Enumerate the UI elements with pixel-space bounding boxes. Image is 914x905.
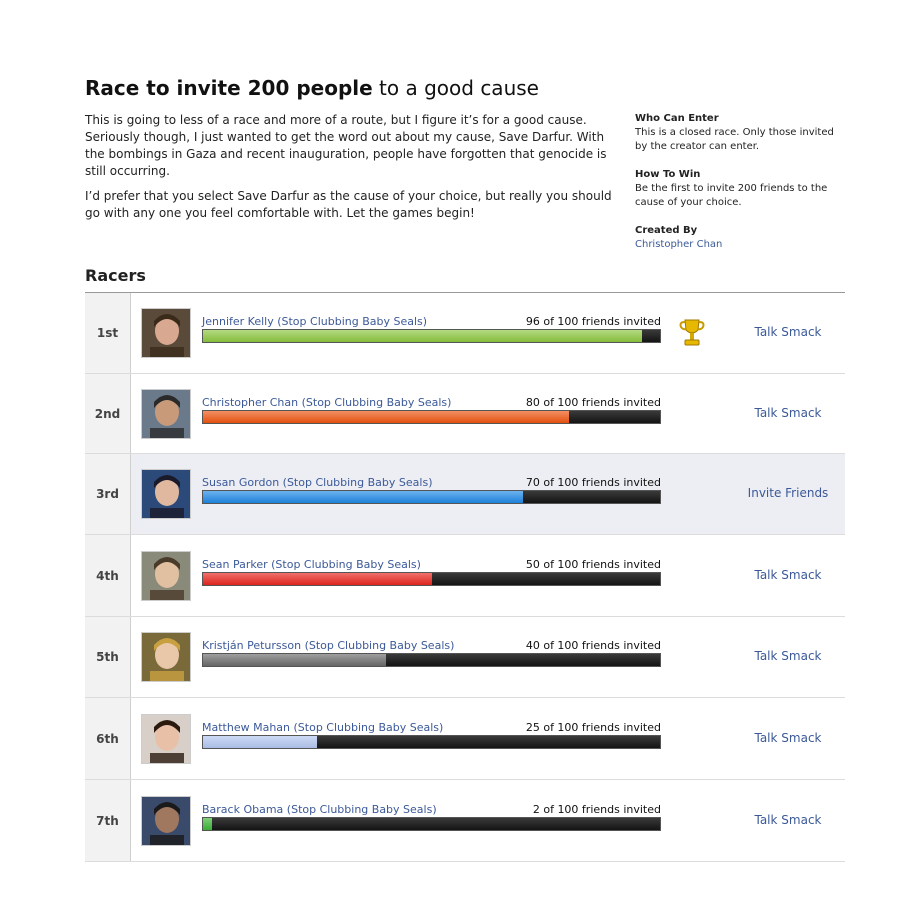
description-paragraph: I’d prefer that you select Save Darfur a… (85, 189, 612, 220)
racer-name-link[interactable]: Jennifer Kelly (Stop Clubbing Baby Seals… (202, 315, 427, 328)
who-can-enter-heading: Who Can Enter (635, 113, 719, 124)
racer-name-link[interactable]: Matthew Mahan (Stop Clubbing Baby Seals) (202, 721, 443, 734)
creator-link[interactable]: Christopher Chan (635, 239, 722, 250)
racer-row: 4th Sean Parker (Stop Clubbing Baby Seals… (85, 535, 845, 617)
racer-name-link[interactable]: Sean Parker (Stop Clubbing Baby Seals) (202, 558, 421, 571)
racer-invite-count: 50 of 100 friends invited (525, 558, 661, 571)
racer-avatar[interactable] (141, 389, 191, 439)
created-by-section: Created By Christopher Chan (635, 224, 840, 252)
racer-rank: 2nd (85, 374, 131, 453)
racer-action-link[interactable]: Talk Smack (725, 406, 851, 420)
racers-table: 1st Jennifer Kelly (Stop Clubbing Baby Se… (85, 293, 845, 862)
racer-progress-fill (203, 491, 523, 503)
racer-action-link[interactable]: Talk Smack (725, 325, 851, 339)
racer-row: 5th Kristján Petursson (Stop Clubbing Bab… (85, 617, 845, 698)
who-can-enter-section: Who Can Enter This is a closed race. Onl… (635, 112, 840, 154)
racer-progress-fill (203, 411, 569, 423)
racer-rank: 7th (85, 780, 131, 861)
racer-rank: 4th (85, 535, 131, 616)
racer-progress-bar (202, 817, 661, 831)
racer-action-link[interactable]: Invite Friends (725, 486, 851, 500)
racer-name-link[interactable]: Barack Obama (Stop Clubbing Baby Seals) (202, 803, 437, 816)
page-title-bold: Race to invite 200 people (85, 76, 373, 100)
racer-name-link[interactable]: Kristján Petursson (Stop Clubbing Baby S… (202, 639, 454, 652)
racer-name-link[interactable]: Susan Gordon (Stop Clubbing Baby Seals) (202, 476, 432, 489)
racer-invite-count: 2 of 100 friends invited (532, 803, 661, 816)
racer-row: 1st Jennifer Kelly (Stop Clubbing Baby Se… (85, 293, 845, 374)
racer-action-link[interactable]: Talk Smack (725, 649, 851, 663)
racer-row: 3rd Susan Gordon (Stop Clubbing Baby Seal… (85, 454, 845, 535)
racer-row: 6th Matthew Mahan (Stop Clubbing Baby Sea… (85, 698, 845, 780)
how-to-win-section: How To Win Be the first to invite 200 fr… (635, 168, 840, 210)
racer-invite-count: 70 of 100 friends invited (525, 476, 661, 489)
racer-progress-bar (202, 410, 661, 424)
race-description: This is going to less of a race and more… (85, 112, 620, 230)
racer-progress-bar (202, 572, 661, 586)
racer-row: 7th Barack Obama (Stop Clubbing Baby Seal… (85, 780, 845, 862)
page-title: Race to invite 200 people to a good caus… (85, 75, 539, 101)
racer-progress-bar (202, 735, 661, 749)
racer-rank: 3rd (85, 454, 131, 534)
racer-progress-fill (203, 736, 318, 748)
racer-avatar[interactable] (141, 469, 191, 519)
racer-progress-bar (202, 653, 661, 667)
racer-progress-bar (202, 490, 661, 504)
racer-avatar[interactable] (141, 308, 191, 358)
how-to-win-text: Be the first to invite 200 friends to th… (635, 183, 828, 208)
racer-action-link[interactable]: Talk Smack (725, 813, 851, 827)
racer-action-link[interactable]: Talk Smack (725, 731, 851, 745)
racer-progress-fill (203, 573, 432, 585)
racer-invite-count: 40 of 100 friends invited (525, 639, 661, 652)
racer-rank: 5th (85, 617, 131, 697)
race-info: Who Can Enter This is a closed race. Onl… (635, 112, 840, 266)
racer-action-link[interactable]: Talk Smack (725, 568, 851, 582)
page-title-rest: to a good cause (372, 76, 539, 100)
racer-progress-fill (203, 818, 213, 830)
racer-invite-count: 96 of 100 friends invited (525, 315, 661, 328)
racer-avatar[interactable] (141, 796, 191, 846)
racer-progress-fill (203, 330, 642, 342)
racer-name-link[interactable]: Christopher Chan (Stop Clubbing Baby Sea… (202, 396, 451, 409)
race-page: Race to invite 200 people to a good caus… (0, 0, 914, 905)
racers-heading: Racers (85, 266, 146, 285)
racer-row: 2nd Christopher Chan (Stop Clubbing Baby … (85, 374, 845, 454)
racer-avatar[interactable] (141, 714, 191, 764)
racer-progress-bar (202, 329, 661, 343)
racer-avatar[interactable] (141, 551, 191, 601)
trophy-icon (675, 316, 709, 350)
racer-invite-count: 80 of 100 friends invited (525, 396, 661, 409)
racer-progress-fill (203, 654, 386, 666)
created-by-heading: Created By (635, 225, 698, 236)
racer-invite-count: 25 of 100 friends invited (525, 721, 661, 734)
description-paragraph: This is going to less of a race and more… (85, 113, 607, 178)
how-to-win-heading: How To Win (635, 169, 701, 180)
racer-rank: 1st (85, 293, 131, 373)
who-can-enter-text: This is a closed race. Only those invite… (635, 127, 834, 152)
racer-rank: 6th (85, 698, 131, 779)
racer-avatar[interactable] (141, 632, 191, 682)
